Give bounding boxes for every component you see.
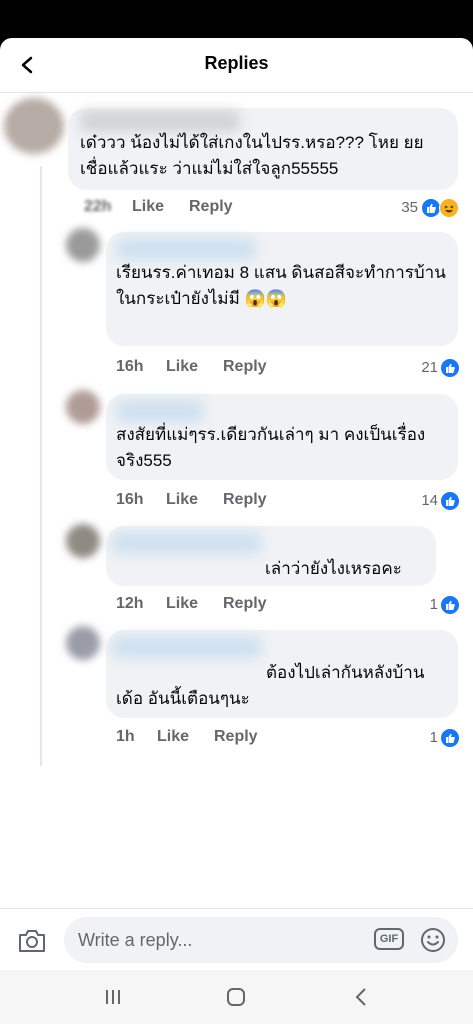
- recent-apps-icon: [106, 990, 120, 1004]
- avatar[interactable]: [66, 626, 100, 660]
- back-nav-icon: [355, 988, 366, 1006]
- commenter-name[interactable]: [80, 110, 240, 132]
- like-button[interactable]: Like: [157, 728, 189, 746]
- comment-text: สงสัยที่แม่ๆรร.เดียวกันเล่าๆ มา คงเป็นเร…: [116, 425, 426, 470]
- reaction-count[interactable]: 14: [404, 492, 438, 509]
- home-button[interactable]: [221, 984, 251, 1010]
- comment-text: ต้องไปเล่ากันหลังบ้าน เด้อ อันนี้เตือนๆน…: [116, 663, 425, 708]
- camera-icon: [19, 930, 45, 952]
- emoji-button[interactable]: [420, 927, 446, 953]
- reply-button[interactable]: Reply: [223, 358, 267, 376]
- commenter-name[interactable]: [112, 636, 262, 658]
- commenter-name[interactable]: [112, 532, 262, 554]
- camera-button[interactable]: [16, 926, 48, 956]
- system-nav-bar: [0, 970, 473, 1024]
- reply-input[interactable]: Write a reply... GIF: [64, 917, 458, 963]
- reaction-count[interactable]: 1: [404, 729, 438, 746]
- replies-sheet: Replies เด๋ววว น้องไม่ได้ใส่เกงในไปรร.หร…: [0, 38, 473, 1024]
- home-icon: [227, 988, 245, 1006]
- avatar[interactable]: [66, 524, 100, 558]
- reaction-count[interactable]: 1: [404, 596, 438, 613]
- avatar[interactable]: [66, 228, 100, 262]
- comment-time[interactable]: 1h: [116, 728, 135, 746]
- commenter-name[interactable]: [116, 238, 256, 260]
- comment-text: เด๋ววว น้องไม่ได้ใส่เกงในไปรร.หรอ??? โหย…: [80, 133, 424, 178]
- back-nav-button[interactable]: [346, 984, 376, 1010]
- like-button[interactable]: Like: [166, 491, 198, 509]
- comment-time[interactable]: 16h: [116, 491, 144, 509]
- like-reaction-icon: [440, 491, 460, 511]
- reaction-count[interactable]: 35: [384, 199, 418, 216]
- avatar[interactable]: [4, 98, 64, 154]
- like-reaction-icon: [440, 358, 460, 378]
- status-bar: [0, 0, 473, 38]
- like-button[interactable]: Like: [132, 198, 164, 216]
- smiley-icon: [421, 928, 445, 952]
- comment-time[interactable]: 22h: [84, 198, 112, 216]
- reply-button[interactable]: Reply: [189, 198, 233, 216]
- haha-reaction-icon: [439, 198, 459, 218]
- header: Replies: [0, 38, 473, 93]
- recent-apps-button[interactable]: [98, 984, 128, 1010]
- reaction-count[interactable]: 21: [404, 359, 438, 376]
- reply-button[interactable]: Reply: [223, 491, 267, 509]
- gif-button[interactable]: GIF: [374, 928, 404, 950]
- reply-button[interactable]: Reply: [223, 595, 267, 613]
- comment-time[interactable]: 12h: [116, 595, 144, 613]
- reply-button[interactable]: Reply: [214, 728, 258, 746]
- like-reaction-icon: [440, 728, 460, 748]
- like-reaction-icon: [440, 595, 460, 615]
- commenter-name[interactable]: [116, 400, 204, 422]
- reply-placeholder: Write a reply...: [78, 930, 193, 950]
- comment-time[interactable]: 16h: [116, 358, 144, 376]
- reply-composer: Write a reply... GIF: [0, 908, 473, 971]
- comment-text: เล่าว่ายังไงเหรอคะ: [265, 559, 402, 578]
- avatar[interactable]: [66, 390, 100, 424]
- thread-line: [40, 166, 42, 766]
- page-title: Replies: [204, 53, 269, 73]
- comment-text: เรียนรร.ค่าเทอม 8 แสน ดินสอสีจะทำการบ้าน…: [116, 263, 446, 308]
- like-button[interactable]: Like: [166, 358, 198, 376]
- like-button[interactable]: Like: [166, 595, 198, 613]
- like-reaction-icon: [421, 198, 441, 218]
